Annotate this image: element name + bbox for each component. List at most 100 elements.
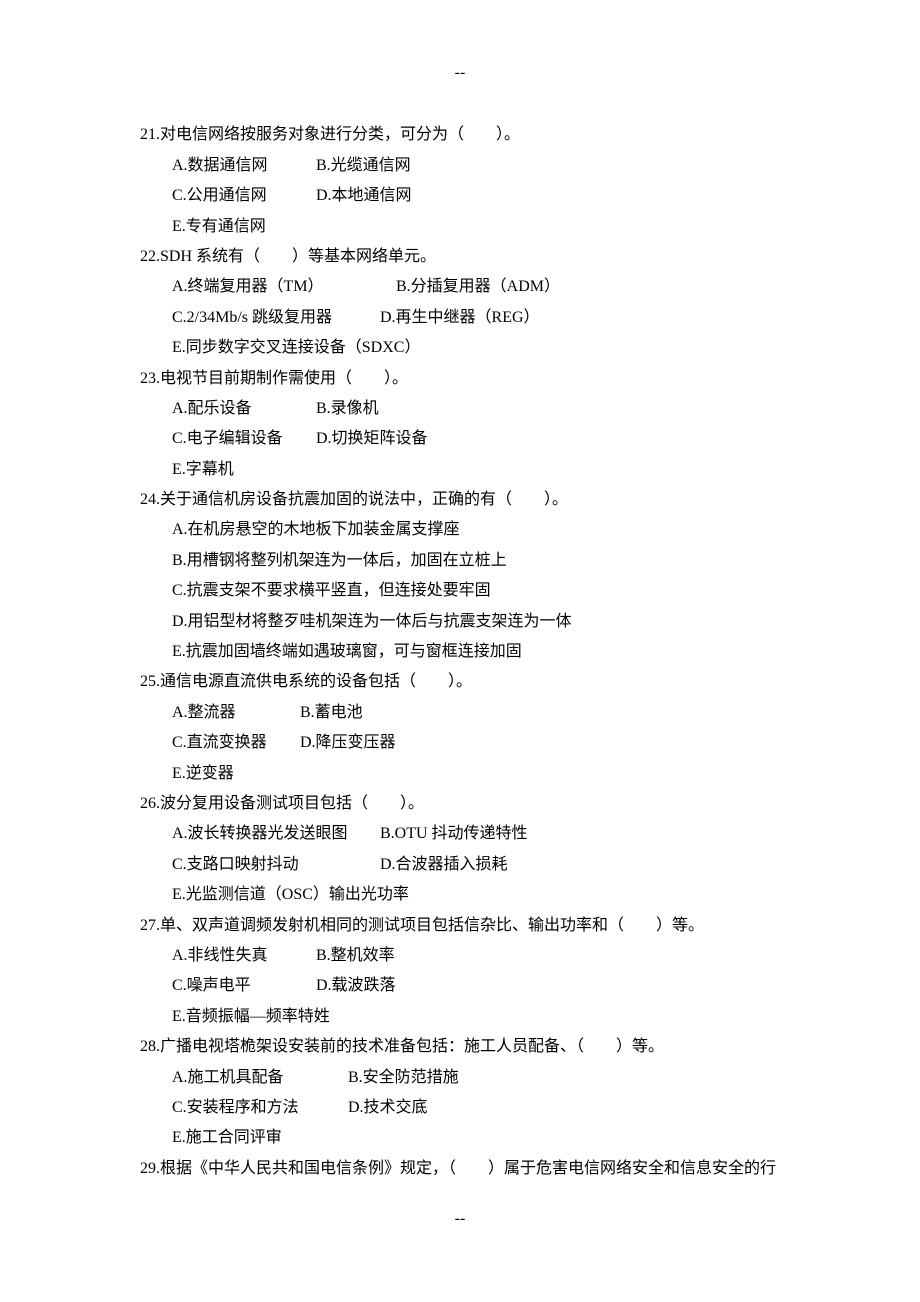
option-row: E.同步数字交叉连接设备（SDXC） [140,333,780,363]
question-stem-text: 单、双声道调频发射机相同的测试项目包括信杂比、输出功率和（ ）等。 [160,917,704,934]
option: E.逆变器 [172,759,234,789]
option: B.OTU 抖动传递特性 [380,819,528,849]
question-stem: 22.SDH 系统有（ ）等基本网络单元。 [140,242,780,272]
option: B.安全防范措施 [348,1063,459,1093]
option: A.配乐设备 [172,394,316,424]
question-stem-text: 对电信网络按服务对象进行分类，可分为（ ）。 [160,126,520,143]
question-stem: 26.波分复用设备测试项目包括（ ）。 [140,789,780,819]
question: 24.关于通信机房设备抗震加固的说法中，正确的有（ ）。A.在机房悬空的木地板下… [140,485,780,667]
option-row: A.在机房悬空的木地板下加装金属支撑座 [140,515,780,545]
question-stem-text: 关于通信机房设备抗震加固的说法中，正确的有（ ）。 [160,491,568,508]
option: C.2/34Mb/s 跳级复用器 [172,303,380,333]
question: 29.根据《中华人民共和国电信条例》规定，（ ）属于危害电信网络安全和信息安全的… [140,1154,780,1184]
question: 28.广播电视塔桅架设安装前的技术准备包括：施工人员配备、（ ）等。A.施工机具… [140,1032,780,1154]
page-content: -- 21.对电信网络按服务对象进行分类，可分为（ ）。A.数据通信网B.光缆通… [0,0,920,1302]
question-number: 22. [140,248,160,265]
option: A.波长转换器光发送眼图 [172,819,380,849]
option: B.分插复用器（ADM） [396,272,560,302]
option: E.字幕机 [172,455,234,485]
option: A.非线性失真 [172,941,316,971]
question: 26.波分复用设备测试项目包括（ ）。A.波长转换器光发送眼图B.OTU 抖动传… [140,789,780,911]
option: D.本地通信网 [316,181,412,211]
option-row: E.光监测信道（OSC）输出光功率 [140,880,780,910]
question: 23.电视节目前期制作需使用（ ）。A.配乐设备B.录像机C.电子编辑设备D.切… [140,364,780,486]
question-stem: 27.单、双声道调频发射机相同的测试项目包括信杂比、输出功率和（ ）等。 [140,911,780,941]
option-row: A.波长转换器光发送眼图B.OTU 抖动传递特性 [140,819,780,849]
option-row: C.抗震支架不要求横平竖直，但连接处要牢固 [140,576,780,606]
questions-container: 21.对电信网络按服务对象进行分类，可分为（ ）。A.数据通信网B.光缆通信网C… [140,120,780,1184]
option: C.噪声电平 [172,971,316,1001]
option: B.蓄电池 [300,698,363,728]
question-stem-text: 根据《中华人民共和国电信条例》规定，（ ）属于危害电信网络安全和信息安全的行 [160,1160,776,1177]
option: E.音频振幅—频率特姓 [172,1002,330,1032]
footer-dashes: -- [140,1204,780,1234]
option: D.降压变压器 [300,728,396,758]
option-row: C.安装程序和方法D.技术交底 [140,1093,780,1123]
option: C.安装程序和方法 [172,1093,348,1123]
option: E.专有通信网 [172,212,266,242]
question-stem: 29.根据《中华人民共和国电信条例》规定，（ ）属于危害电信网络安全和信息安全的… [140,1154,780,1184]
option-row: E.抗震加固墙终端如遇玻璃窗，可与窗框连接加固 [140,637,780,667]
option: B.整机效率 [316,941,395,971]
option-row: C.噪声电平D.载波跌落 [140,971,780,1001]
option: C.直流变换器 [172,728,300,758]
option: D.切换矩阵设备 [316,424,428,454]
option-row: E.音频振幅—频率特姓 [140,1002,780,1032]
option-row: E.字幕机 [140,455,780,485]
option: A.整流器 [172,698,300,728]
option-row: E.施工合同评审 [140,1123,780,1153]
question-number: 21. [140,126,160,143]
option: E.光监测信道（OSC）输出光功率 [172,880,409,910]
option: B.录像机 [316,394,379,424]
option-row: A.整流器B.蓄电池 [140,698,780,728]
option: E.抗震加固墙终端如遇玻璃窗，可与窗框连接加固 [172,637,522,667]
option: A.终端复用器（TM） [172,272,396,302]
option: D.再生中继器（REG） [380,303,540,333]
question-stem: 28.广播电视塔桅架设安装前的技术准备包括：施工人员配备、（ ）等。 [140,1032,780,1062]
option: C.抗震支架不要求横平竖直，但连接处要牢固 [172,576,491,606]
question-stem-text: 电视节目前期制作需使用（ ）。 [160,370,408,387]
option-row: C.直流变换器D.降压变压器 [140,728,780,758]
question: 21.对电信网络按服务对象进行分类，可分为（ ）。A.数据通信网B.光缆通信网C… [140,120,780,242]
option-row: A.数据通信网B.光缆通信网 [140,151,780,181]
option: D.技术交底 [348,1093,428,1123]
option-row: E.专有通信网 [140,212,780,242]
question: 25.通信电源直流供电系统的设备包括（ ）。 A.整流器B.蓄电池C.直流变换器D… [140,667,780,789]
question-stem-text: SDH 系统有（ ）等基本网络单元。 [160,248,436,265]
question-stem: 21.对电信网络按服务对象进行分类，可分为（ ）。 [140,120,780,150]
option-row: C.2/34Mb/s 跳级复用器D.再生中继器（REG） [140,303,780,333]
option-row: C.支路口映射抖动D.合波器插入损耗 [140,850,780,880]
option-row: D.用铝型材将整歹哇机架连为一体后与抗震支架连为一体 [140,607,780,637]
question-number: 29. [140,1160,160,1177]
question-stem: 24.关于通信机房设备抗震加固的说法中，正确的有（ ）。 [140,485,780,515]
option-row: B.用槽钢将整列机架连为一体后，加固在立桩上 [140,546,780,576]
option-row: A.施工机具配备B.安全防范措施 [140,1063,780,1093]
option: D.合波器插入损耗 [380,850,508,880]
question: 22.SDH 系统有（ ）等基本网络单元。A.终端复用器（TM）B.分插复用器（… [140,242,780,364]
option: C.支路口映射抖动 [172,850,380,880]
question-number: 26. [140,795,160,812]
option-row: E.逆变器 [140,759,780,789]
question-stem-text: 通信电源直流供电系统的设备包括（ ）。 [160,673,472,690]
option: B.光缆通信网 [316,151,411,181]
option: D.载波跌落 [316,971,396,1001]
question-number: 27. [140,917,160,934]
option: A.在机房悬空的木地板下加装金属支撑座 [172,515,460,545]
option-row: A.非线性失真B.整机效率 [140,941,780,971]
option: C.电子编辑设备 [172,424,316,454]
question-number: 28. [140,1038,160,1055]
option: A.施工机具配备 [172,1063,348,1093]
option: D.用铝型材将整歹哇机架连为一体后与抗震支架连为一体 [172,607,572,637]
option-row: C.电子编辑设备D.切换矩阵设备 [140,424,780,454]
option: E.施工合同评审 [172,1123,282,1153]
option-row: A.终端复用器（TM）B.分插复用器（ADM） [140,272,780,302]
question-number: 23. [140,370,160,387]
option: A.数据通信网 [172,151,316,181]
header-dashes: -- [140,58,780,88]
option: B.用槽钢将整列机架连为一体后，加固在立桩上 [172,546,507,576]
question: 27.单、双声道调频发射机相同的测试项目包括信杂比、输出功率和（ ）等。A.非线… [140,911,780,1033]
question-stem: 23.电视节目前期制作需使用（ ）。 [140,364,780,394]
question-number: 25. [140,673,160,690]
option: E.同步数字交叉连接设备（SDXC） [172,333,420,363]
question-number: 24. [140,491,160,508]
